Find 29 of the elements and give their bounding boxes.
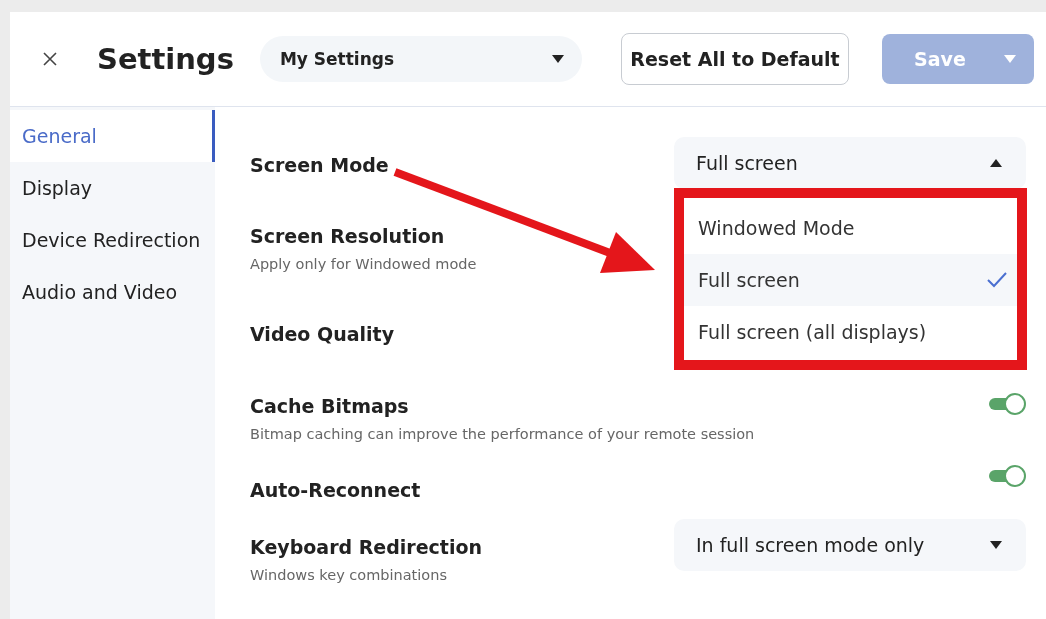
dropdown[interactable]: Full screen [674, 137, 1026, 189]
caret-icon [1004, 55, 1016, 63]
dropdown[interactable]: In full screen mode only [674, 519, 1026, 571]
setting-description: Bitmap caching can improve the performance of your remote session [250, 426, 755, 442]
profile-select[interactable]: My Settings [259, 36, 582, 82]
sidebar-item[interactable]: Display [10, 162, 215, 214]
toggle-switch[interactable] [989, 465, 1026, 487]
toggle-switch[interactable] [989, 393, 1026, 415]
sidebar-item[interactable]: Device Redirection [10, 214, 215, 266]
page-title: Settings [97, 42, 234, 76]
sidebar-item[interactable]: General [10, 110, 215, 162]
setting-description: Apply only for Windowed mode [250, 256, 477, 272]
caret-icon [990, 159, 1002, 167]
setting-label: Screen Mode [250, 154, 389, 176]
checkmark-icon [987, 272, 1007, 288]
sidebar-item[interactable]: Audio and Video [10, 266, 215, 318]
dropdown-option[interactable]: Windowed Mode [684, 202, 1017, 254]
dropdown-option[interactable]: Full screen (all displays) [684, 306, 1017, 358]
caret-icon [990, 541, 1002, 549]
setting-label: Cache Bitmaps [250, 395, 410, 417]
reset-button[interactable]: Reset All to Default [621, 33, 849, 85]
caret-icon [551, 55, 564, 63]
setting-description: Windows key combinations [250, 567, 448, 583]
setting-label: Auto-Reconnect [250, 479, 421, 501]
setting-label: Keyboard Redirection [250, 536, 483, 558]
dropdown-option[interactable]: Full screen [684, 254, 1017, 306]
close-icon[interactable] [43, 52, 57, 66]
setting-label: Video Quality [250, 323, 395, 345]
setting-label: Screen Resolution [250, 225, 446, 247]
